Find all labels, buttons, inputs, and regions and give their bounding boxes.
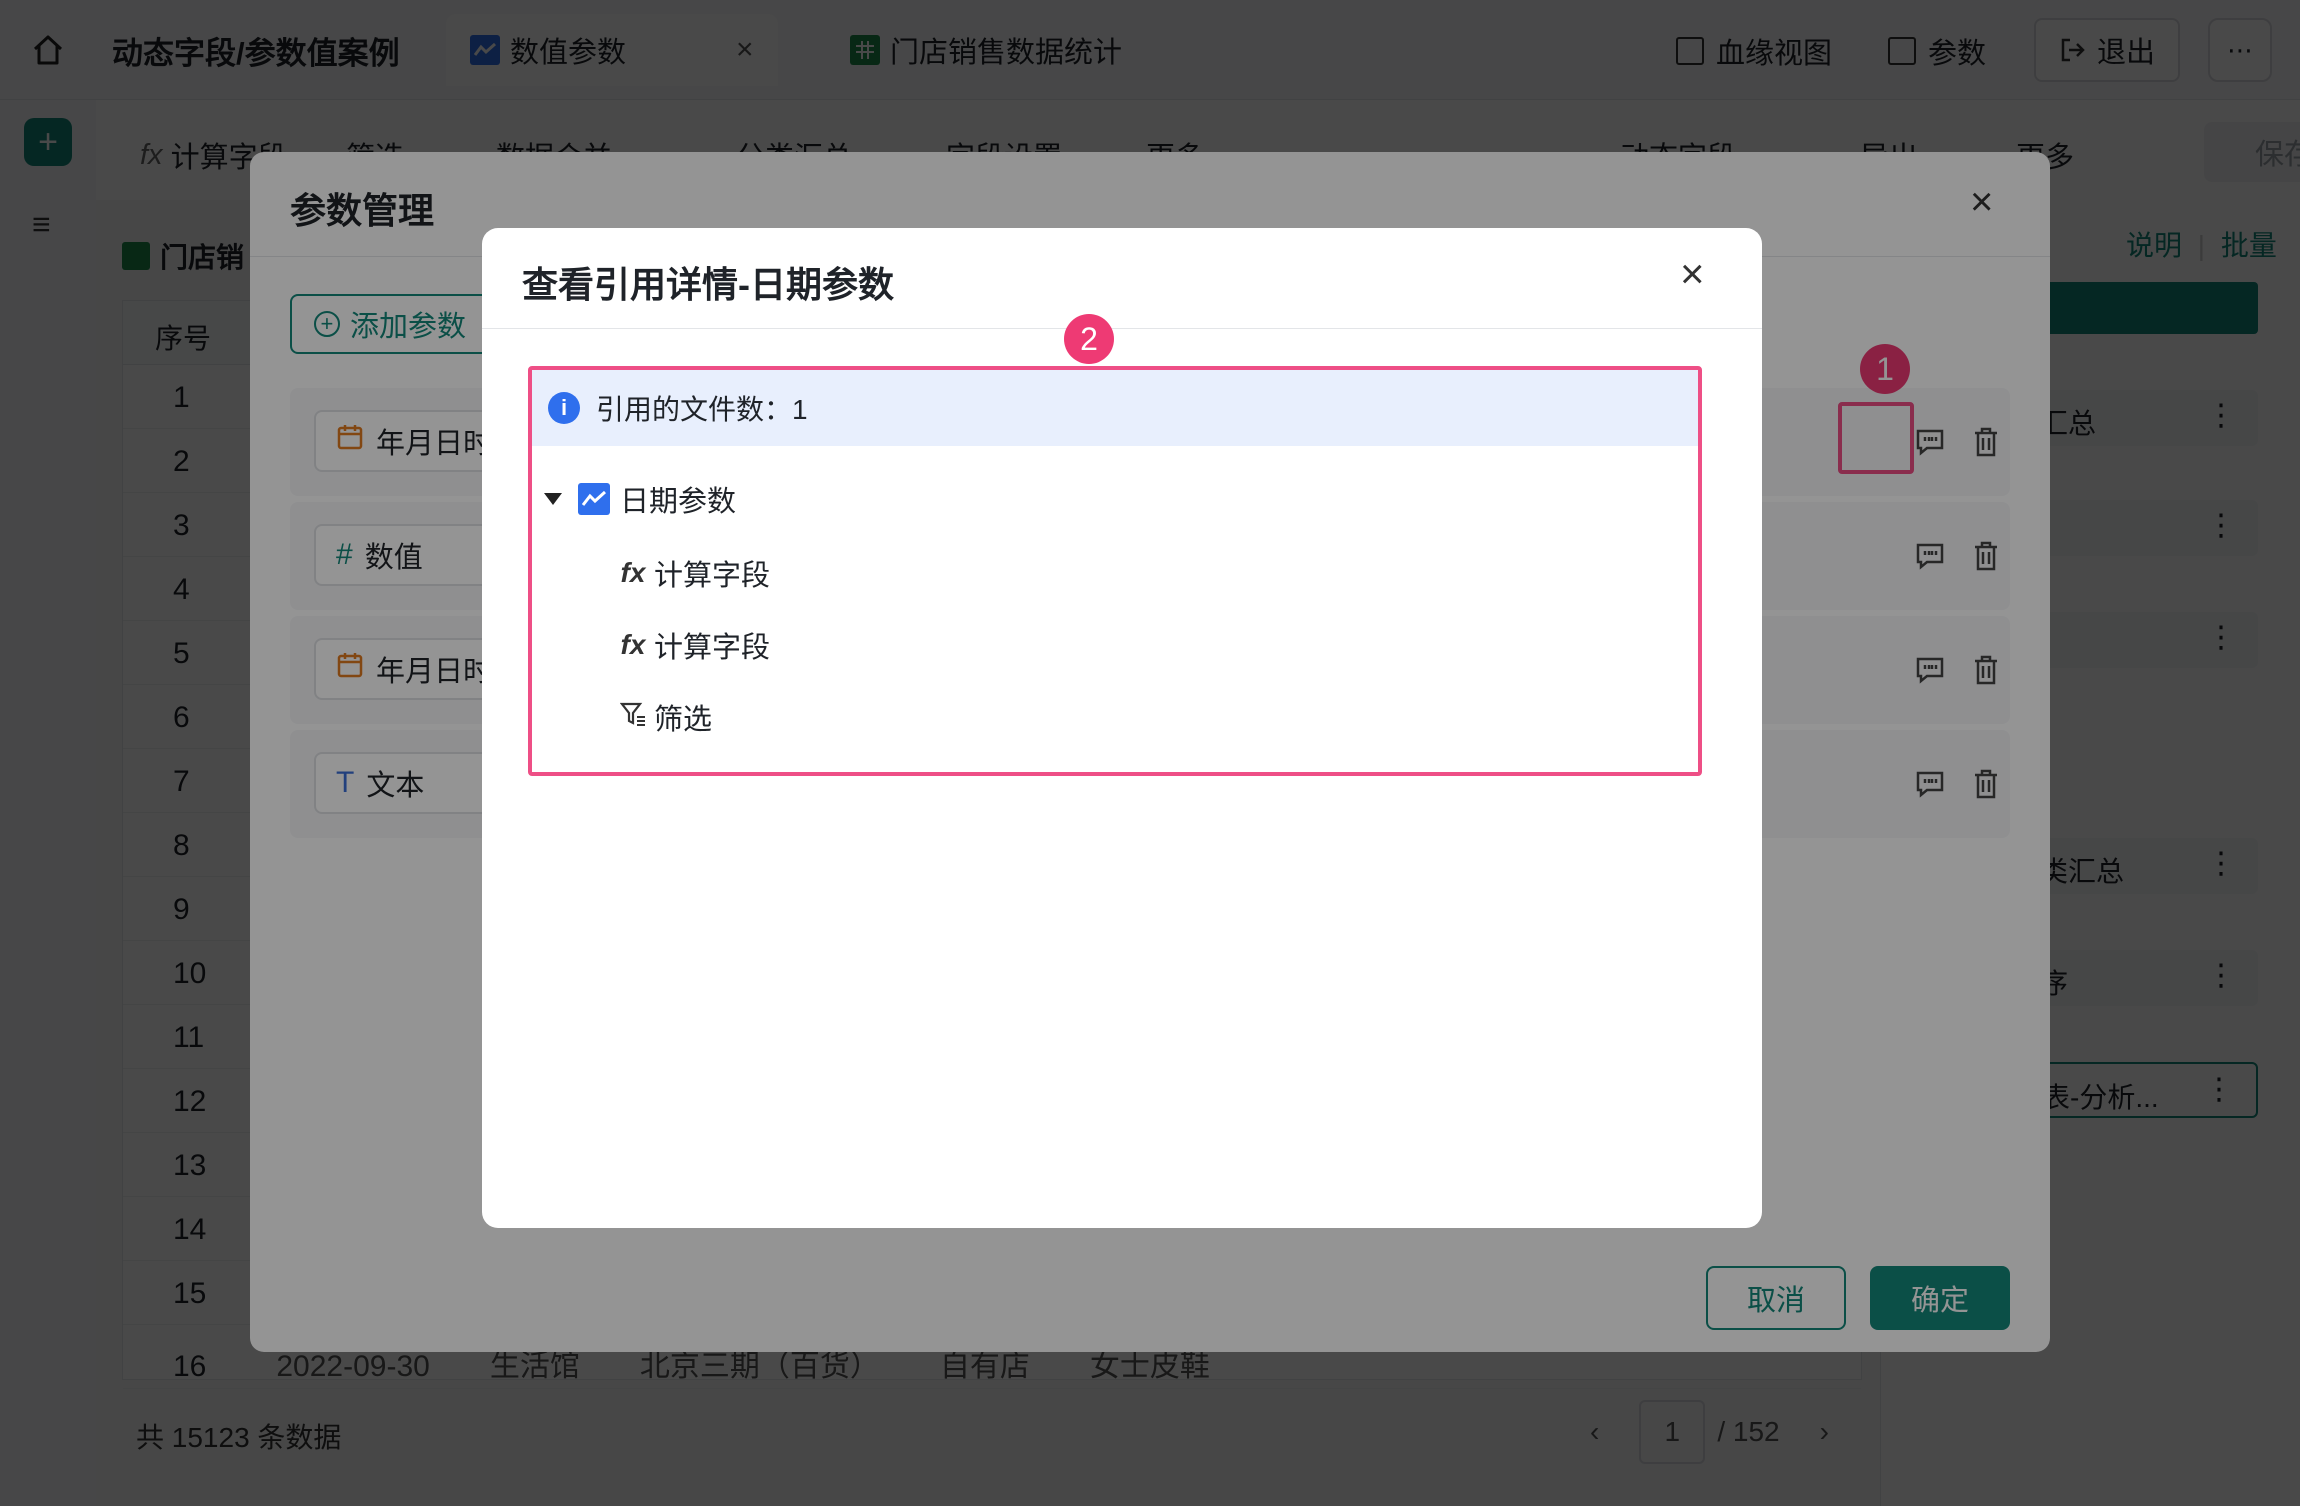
step-badge-2: 2 bbox=[1064, 314, 1114, 364]
divider bbox=[482, 328, 1762, 329]
reference-details-dialog: 查看引用详情-日期参数 × 2 i 引用的文件数：1 日期参数 fx 计算字段 … bbox=[482, 228, 1762, 1228]
highlight-box-2 bbox=[528, 366, 1702, 776]
close-icon[interactable]: × bbox=[1680, 250, 1705, 298]
dialog-title: 查看引用详情-日期参数 bbox=[522, 264, 894, 305]
